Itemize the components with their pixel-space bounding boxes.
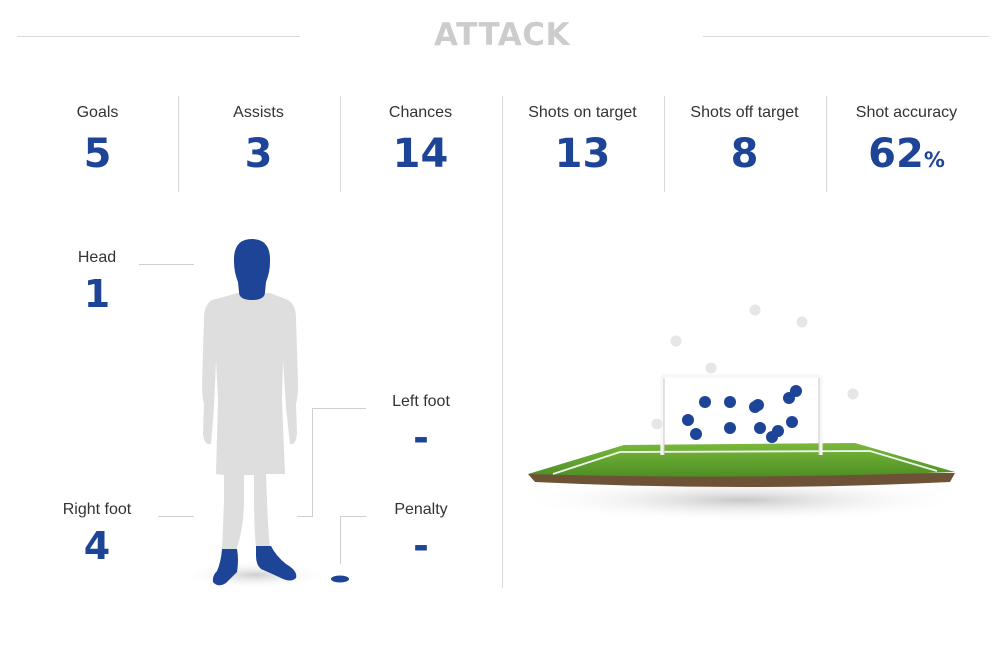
shot-on-target bbox=[786, 416, 798, 428]
shot-off-target bbox=[796, 316, 808, 328]
shot-off-target bbox=[847, 388, 859, 400]
shot-on-target bbox=[783, 392, 795, 404]
shot-off-target bbox=[749, 304, 761, 316]
shot-on-target bbox=[724, 396, 736, 408]
pitch-grass bbox=[528, 443, 955, 477]
shot-off-target bbox=[651, 418, 663, 430]
shot-on-target bbox=[682, 414, 694, 426]
shot-map bbox=[517, 304, 967, 522]
shot-on-target bbox=[752, 399, 764, 411]
on-target-shots bbox=[682, 385, 802, 443]
shot-on-target bbox=[724, 422, 736, 434]
shot-on-target bbox=[699, 396, 711, 408]
shot-off-target bbox=[670, 335, 682, 347]
shot-on-target bbox=[766, 431, 778, 443]
shot-on-target bbox=[690, 428, 702, 440]
shot-on-target bbox=[754, 422, 766, 434]
shot-off-target bbox=[705, 362, 717, 374]
